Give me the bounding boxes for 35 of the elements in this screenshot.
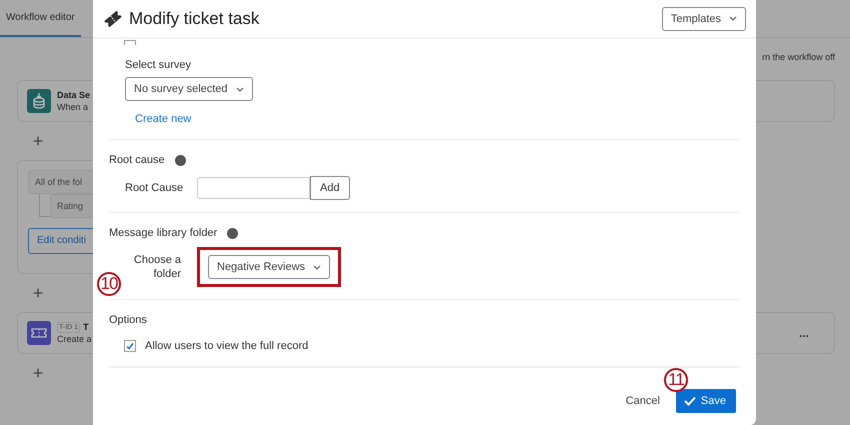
cancel-button[interactable]: Cancel xyxy=(620,391,666,411)
field-label: Choose a folder xyxy=(133,253,181,281)
field-label: Root Cause xyxy=(125,182,184,194)
more-button[interactable]: ... xyxy=(798,326,809,340)
survey-dropdown[interactable]: No survey selected xyxy=(125,77,253,101)
add-button[interactable]: Add xyxy=(310,176,350,200)
add-button[interactable]: + xyxy=(28,124,48,158)
card-title: T xyxy=(83,321,89,333)
tab[interactable]: Workflow editor xyxy=(0,0,81,37)
database-icon xyxy=(27,89,51,113)
save-button[interactable]: Save xyxy=(676,389,736,413)
dialog-title: Modify ticket task xyxy=(129,8,260,28)
chevron-icon xyxy=(236,86,244,92)
create-new-link[interactable]: Create new xyxy=(135,113,192,125)
field-label: Select survey xyxy=(125,59,192,71)
card-title: Data Se xyxy=(57,89,90,101)
ticket-icon xyxy=(103,8,123,28)
check-icon xyxy=(684,396,696,406)
section-heading: Root cause xyxy=(109,154,165,166)
checkbox-label: Allow users to view the full record xyxy=(145,340,308,352)
root-cause-input[interactable] xyxy=(197,177,310,199)
section-heading: Options xyxy=(109,314,148,326)
card-subtitle: Create a xyxy=(57,333,92,345)
folder-dropdown[interactable]: Negative Reviews xyxy=(208,255,330,279)
add-button[interactable]: + xyxy=(28,356,48,390)
chevron-icon xyxy=(313,264,322,270)
ticket-icon xyxy=(27,321,51,345)
add-button[interactable]: + xyxy=(28,276,48,310)
chevron-icon xyxy=(729,16,737,21)
templates-dropdown[interactable]: Templates xyxy=(662,6,746,30)
notice-text: rn the workflow off xyxy=(762,52,835,62)
section-heading: Message library folder xyxy=(109,227,218,239)
card-subtitle: When a xyxy=(57,101,90,113)
checkbox[interactable] xyxy=(124,340,136,352)
step-number-badge: 11 xyxy=(664,368,688,392)
